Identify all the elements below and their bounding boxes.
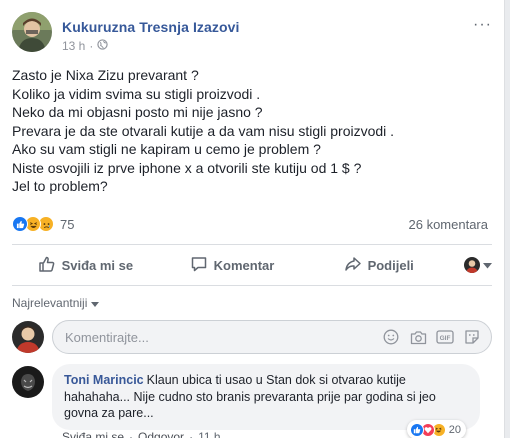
comment-button[interactable]: Komentar: [159, 246, 306, 284]
chevron-down-icon: [91, 296, 100, 310]
post-line: Niste osvojili iz prve iphone x a otvori…: [12, 159, 362, 176]
author-avatar[interactable]: [12, 12, 52, 52]
thumbs-up-icon: [38, 255, 56, 276]
comment-reactions[interactable]: 20: [406, 420, 466, 438]
user-avatar[interactable]: [12, 321, 44, 353]
comment-text: Klaun ubica ti usao u Stan dok si otvara…: [146, 373, 406, 387]
post-actions: Sviđa mi se Komentar Podijeli: [12, 246, 493, 284]
reaction-count: 75: [60, 216, 75, 232]
post-body: Zasto je Nixa Zizu prevarant ? Koliko ja…: [12, 66, 492, 196]
post-time[interactable]: 13 h: [62, 39, 85, 53]
chevron-down-icon: [483, 256, 493, 274]
like-reaction-icon: [409, 422, 424, 437]
like-button[interactable]: Sviđa mi se: [12, 246, 159, 284]
comment-count[interactable]: 26 komentara: [409, 217, 489, 232]
comment-like-link[interactable]: Sviđa mi se: [62, 430, 124, 438]
sticker-icon[interactable]: [463, 328, 481, 346]
camera-icon[interactable]: [409, 328, 427, 346]
share-label: Podijeli: [367, 257, 414, 273]
gif-icon[interactable]: GIF: [436, 328, 454, 346]
composer-icons: GIF: [382, 328, 481, 346]
sort-label: Najrelevantniji: [12, 296, 88, 310]
profile-avatar-small: [464, 257, 481, 273]
post-line: Ako su vam stigli ne kapiram u cemo je p…: [12, 141, 321, 157]
comment-placeholder: Komentirajte...: [65, 330, 149, 345]
share-icon: [344, 255, 362, 276]
comment-text: govna za pare...: [64, 406, 154, 420]
post-card: Kukuruzna Tresnja Izazovi 13 h · ··· Zas…: [0, 0, 505, 438]
post-line: Neko da mi objasni posto mi nije jasno ?: [12, 104, 263, 120]
gif-text: GIF: [440, 335, 451, 342]
comment-composer: Komentirajte... GIF: [12, 320, 492, 354]
meta-separator: ·: [89, 39, 94, 53]
comment-reply-link[interactable]: Odgovor: [138, 430, 184, 438]
comment-icon: [190, 255, 208, 276]
comment-links: Sviđa mi se · Odgovor · 11 h: [62, 430, 221, 438]
reaction-summary[interactable]: 75: [12, 214, 74, 234]
comment-time[interactable]: 11 h: [198, 430, 220, 438]
link-separator: ·: [189, 430, 194, 438]
like-reaction-icon: [12, 216, 28, 232]
post-line: Koliko ja vidim svima su stigli proizvod…: [12, 85, 261, 102]
post-meta: 13 h ·: [62, 39, 109, 53]
post-line: Zasto je Nixa Zizu prevarant ?: [12, 67, 199, 83]
author-name[interactable]: Kukuruzna Tresnja Izazovi: [62, 19, 240, 35]
comment-label: Komentar: [213, 257, 275, 273]
link-separator: ·: [129, 430, 134, 438]
commenter-name[interactable]: Toni Marincic: [64, 373, 144, 387]
more-options-icon[interactable]: ···: [473, 16, 492, 34]
globe-icon: [97, 39, 109, 53]
comment-reaction-count: 20: [448, 423, 461, 436]
comment-text: hahahaha... Nije cudno sto branis prevar…: [64, 389, 436, 404]
divider: [12, 285, 492, 286]
post-header: Kukuruzna Tresnja Izazovi 13 h · ···: [12, 12, 492, 56]
post-line: Jel to problem?: [12, 178, 108, 194]
share-button[interactable]: Podijeli: [305, 246, 452, 284]
divider: [12, 244, 492, 245]
share-as-selector[interactable]: [452, 256, 493, 274]
like-label: Sviđa mi se: [61, 257, 134, 273]
comment-sort-dropdown[interactable]: Najrelevantniji: [12, 296, 100, 310]
commenter-avatar[interactable]: [12, 366, 44, 398]
post-line: Prevara je da ste otvarali kutije a da v…: [12, 122, 395, 139]
emoji-icon[interactable]: [382, 328, 400, 346]
comment-input[interactable]: Komentirajte... GIF: [52, 320, 492, 354]
